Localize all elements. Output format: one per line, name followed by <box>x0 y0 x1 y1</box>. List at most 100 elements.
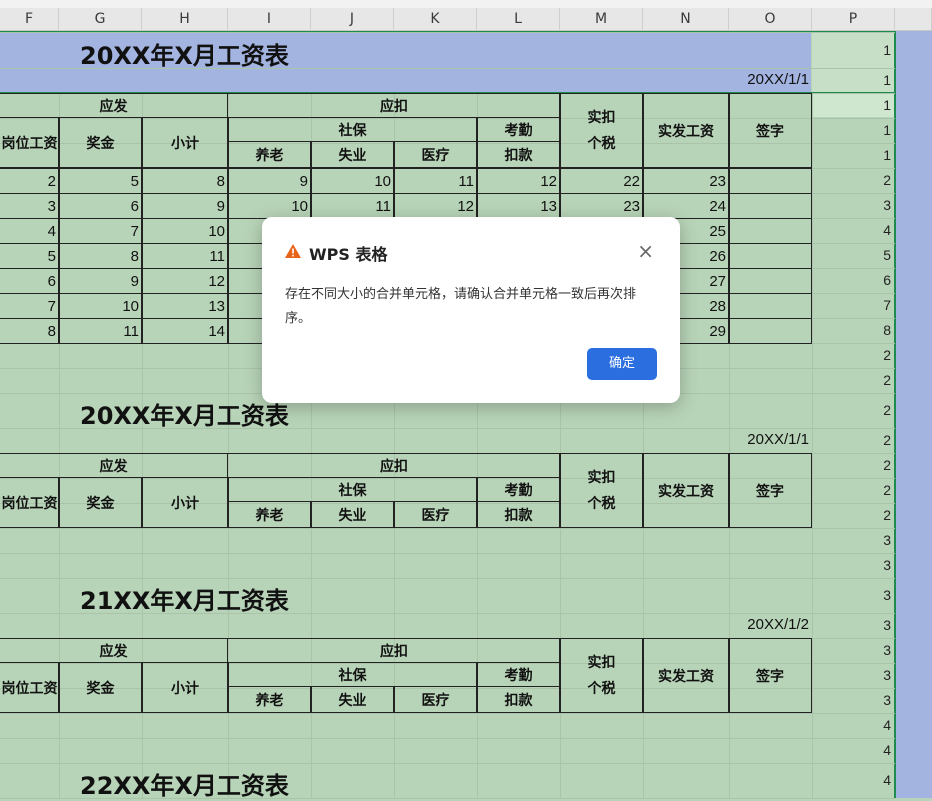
header-shebao[interactable]: 社保 <box>227 662 478 687</box>
column-header-p[interactable]: P <box>812 8 895 31</box>
column-header-k[interactable]: K <box>394 8 477 31</box>
header-shikou[interactable]: 实扣 个税 <box>559 453 644 528</box>
header-shiye[interactable]: 失业 <box>310 141 395 168</box>
column-header-g[interactable]: G <box>59 8 142 31</box>
header-shifa[interactable]: 实发工资 <box>642 93 730 168</box>
header-yingfa[interactable]: 应发 <box>0 638 228 663</box>
sheet-title-4[interactable]: 22XX年X月工资表 <box>80 766 289 801</box>
header-kaoqin[interactable]: 考勤 <box>476 117 561 142</box>
table-cell[interactable]: 11 <box>310 193 395 219</box>
table-cell[interactable]: 13 <box>476 193 561 219</box>
header-shebao[interactable]: 社保 <box>227 117 478 142</box>
row-header[interactable]: 4 <box>812 218 895 243</box>
header-kouk[interactable]: 扣款 <box>476 141 561 168</box>
row-header[interactable]: 1 <box>812 68 895 93</box>
row-header[interactable]: 2 <box>812 503 895 528</box>
table-cell[interactable] <box>728 293 812 319</box>
header-yiliao[interactable]: 医疗 <box>393 686 478 713</box>
row-header[interactable]: 2 <box>812 368 895 393</box>
row-header[interactable]: 1 <box>812 93 895 118</box>
table-cell[interactable]: 10 <box>227 193 312 219</box>
table-cell[interactable]: 7 <box>58 218 143 244</box>
table-cell[interactable]: 23 <box>559 193 644 219</box>
header-xiaoji[interactable]: 小计 <box>141 477 229 528</box>
table-cell[interactable]: 5 <box>58 168 143 194</box>
table-cell[interactable]: 14 <box>141 318 229 344</box>
header-yingkou[interactable]: 应扣 <box>227 93 561 118</box>
header-gangwei[interactable]: 岗位工资 <box>0 662 60 713</box>
table-cell[interactable]: 2 <box>0 168 60 194</box>
header-jiangjin[interactable]: 奖金 <box>58 477 143 528</box>
sheet-title-2[interactable]: 20XX年X月工资表 <box>80 396 289 431</box>
table-cell[interactable]: 8 <box>141 168 229 194</box>
header-yanglao[interactable]: 养老 <box>227 141 312 168</box>
table-cell[interactable]: 5 <box>0 243 60 269</box>
table-cell[interactable]: 9 <box>141 193 229 219</box>
row-header[interactable]: 2 <box>812 428 895 453</box>
header-yiliao[interactable]: 医疗 <box>393 501 478 528</box>
header-shifa[interactable]: 实发工资 <box>642 638 730 713</box>
row-header[interactable]: 2 <box>812 343 895 368</box>
row-header[interactable]: 6 <box>812 268 895 293</box>
header-qianzi[interactable]: 签字 <box>728 453 812 528</box>
table-cell[interactable]: 8 <box>0 318 60 344</box>
row-header[interactable]: 1 <box>812 32 895 68</box>
header-yanglao[interactable]: 养老 <box>227 501 312 528</box>
header-kouk[interactable]: 扣款 <box>476 501 561 528</box>
row-header[interactable]: 4 <box>812 713 895 738</box>
header-yingfa[interactable]: 应发 <box>0 93 228 118</box>
column-header-q[interactable] <box>895 8 932 31</box>
column-header-n[interactable]: N <box>643 8 729 31</box>
header-yiliao[interactable]: 医疗 <box>393 141 478 168</box>
column-header-m[interactable]: M <box>560 8 643 31</box>
table-cell[interactable]: 7 <box>0 293 60 319</box>
table-cell[interactable]: 11 <box>141 243 229 269</box>
row-header[interactable]: 8 <box>812 318 895 343</box>
row-header[interactable]: 2 <box>812 168 895 193</box>
header-gangwei[interactable]: 岗位工资 <box>0 117 60 168</box>
table-cell[interactable] <box>728 168 812 194</box>
row-header[interactable]: 3 <box>812 553 895 578</box>
table-cell[interactable]: 6 <box>0 268 60 294</box>
row-header[interactable]: 3 <box>812 638 895 663</box>
row-header[interactable]: 3 <box>812 528 895 553</box>
table-cell[interactable]: 10 <box>58 293 143 319</box>
table-cell[interactable]: 12 <box>476 168 561 194</box>
header-kaoqin[interactable]: 考勤 <box>476 662 561 687</box>
table-cell[interactable]: 13 <box>141 293 229 319</box>
row-header[interactable]: 3 <box>812 688 895 713</box>
row-header[interactable]: 3 <box>812 193 895 218</box>
table-cell[interactable]: 11 <box>393 168 478 194</box>
table-cell[interactable]: 4 <box>0 218 60 244</box>
header-shikou[interactable]: 实扣 个税 <box>559 93 644 168</box>
row-header[interactable]: 7 <box>812 293 895 318</box>
table-cell[interactable]: 10 <box>141 218 229 244</box>
column-header-j[interactable]: J <box>311 8 394 31</box>
table-cell[interactable]: 12 <box>141 268 229 294</box>
sheet-date-3[interactable]: 20XX/1/2 <box>747 616 809 633</box>
row-header[interactable]: 1 <box>812 118 895 143</box>
column-header-i[interactable]: I <box>228 8 311 31</box>
header-xiaoji[interactable]: 小计 <box>141 662 229 713</box>
sheet-title-1[interactable]: 20XX年X月工资表 <box>80 36 289 71</box>
header-yanglao[interactable]: 养老 <box>227 686 312 713</box>
table-cell[interactable] <box>728 218 812 244</box>
header-shebao[interactable]: 社保 <box>227 477 478 502</box>
table-cell[interactable] <box>728 193 812 219</box>
header-qianzi[interactable]: 签字 <box>728 93 812 168</box>
row-header[interactable]: 2 <box>812 478 895 503</box>
table-cell[interactable]: 12 <box>393 193 478 219</box>
row-header[interactable]: 4 <box>812 763 895 798</box>
header-shiye[interactable]: 失业 <box>310 686 395 713</box>
sheet-date-2[interactable]: 20XX/1/1 <box>747 431 809 448</box>
header-kouk[interactable]: 扣款 <box>476 686 561 713</box>
row-header[interactable]: 3 <box>812 663 895 688</box>
column-header-o[interactable]: O <box>729 8 812 31</box>
table-cell[interactable]: 24 <box>642 193 730 219</box>
column-header-h[interactable]: H <box>142 8 228 31</box>
header-jiangjin[interactable]: 奖金 <box>58 662 143 713</box>
header-qianzi[interactable]: 签字 <box>728 638 812 713</box>
header-yingkou[interactable]: 应扣 <box>227 453 561 478</box>
table-cell[interactable] <box>728 243 812 269</box>
row-header[interactable]: 3 <box>812 613 895 638</box>
